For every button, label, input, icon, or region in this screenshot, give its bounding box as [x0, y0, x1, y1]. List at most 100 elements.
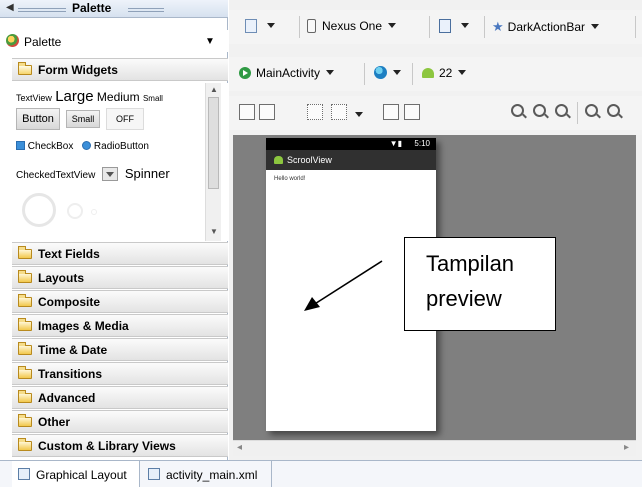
activity-dropdown[interactable]: MainActivity — [239, 66, 335, 80]
scroll-down-icon[interactable]: ▼ — [210, 227, 218, 236]
layout-icon[interactable] — [331, 104, 347, 120]
folder-icon — [18, 438, 32, 451]
chevron-down-icon[interactable]: ▼ — [205, 36, 215, 47]
zoom-real-icon[interactable] — [555, 104, 568, 117]
widget-small-text[interactable]: Small — [143, 94, 163, 103]
annotation-callout: Tampilan preview — [404, 237, 556, 331]
palette-dropdown-label: Palette — [24, 35, 62, 49]
zoom-out-icon[interactable] — [511, 104, 524, 117]
category-composite[interactable]: Composite — [12, 290, 228, 313]
api-level-dropdown[interactable]: 22 — [422, 66, 467, 80]
zoom-in-icon[interactable] — [607, 104, 620, 117]
status-bar: ▼▮ 5:10 — [266, 138, 436, 150]
widget-small-button[interactable]: Small — [66, 110, 100, 128]
annotation-arrow-icon — [304, 260, 383, 311]
category-transitions[interactable]: Transitions — [12, 362, 228, 385]
fill-height-icon[interactable] — [259, 104, 275, 120]
editor-tabs: Graphical Layout activity_main.xml — [0, 460, 642, 487]
theme-label: DarkActionBar — [507, 20, 586, 34]
globe-icon — [374, 66, 387, 79]
hello-textview[interactable]: Hello world! — [274, 176, 305, 182]
zoom-fit-icon[interactable] — [533, 104, 546, 117]
category-label: Advanced — [38, 391, 96, 405]
device-toolbar: Nexus One ★ DarkActionBar — [229, 10, 642, 44]
widget-large-text[interactable]: Large — [55, 88, 93, 105]
palette-titlebar[interactable]: ◀ Palette — [0, 0, 228, 18]
widget-medium-text[interactable]: Medium — [97, 90, 140, 104]
chevron-down-icon — [267, 23, 275, 28]
palette-panel: ◀ Palette Palette ▼ Form Widgets TextVie… — [0, 0, 228, 460]
scroll-up-icon[interactable]: ▲ — [210, 85, 218, 94]
chevron-down-icon — [591, 24, 600, 29]
folder-icon — [18, 342, 32, 355]
category-advanced[interactable]: Advanced — [12, 386, 228, 409]
folder-icon — [18, 318, 32, 331]
widget-button[interactable]: Button — [16, 108, 60, 130]
folder-icon — [18, 270, 32, 283]
form-widgets-list: TextView Large Medium Small Button Small… — [12, 83, 228, 241]
separator — [429, 16, 430, 38]
progressbar-medium-icon[interactable] — [67, 203, 83, 219]
device-label: Nexus One — [322, 19, 383, 33]
scroll-left-icon[interactable]: ◂ — [237, 442, 242, 453]
tab-graphical-layout[interactable]: Graphical Layout — [12, 461, 140, 487]
category-time-date[interactable]: Time & Date — [12, 338, 228, 361]
palette-dropdown[interactable]: Palette ▼ — [0, 30, 228, 52]
separator — [635, 16, 636, 38]
android-icon — [422, 68, 434, 78]
category-label: Layouts — [38, 271, 85, 285]
widget-textview[interactable]: TextView — [16, 93, 52, 103]
app-icon — [274, 156, 283, 164]
widget-radiobutton[interactable]: RadioButton — [94, 141, 149, 152]
checkbox-row: CheckBox RadioButton — [16, 141, 149, 152]
widget-spinner[interactable]: Spinner — [125, 166, 170, 181]
progressbar-large-icon[interactable] — [22, 193, 56, 227]
layout-icon — [18, 468, 30, 480]
phone-icon — [307, 19, 316, 33]
checked-textview-row: CheckedTextView Spinner — [16, 166, 170, 181]
locale-dropdown[interactable] — [374, 66, 401, 80]
fill-width-icon[interactable] — [239, 104, 255, 120]
spinner-dropdown-icon — [102, 167, 119, 181]
scroll-thumb[interactable] — [208, 97, 219, 189]
scroll-right-icon[interactable]: ▸ — [624, 442, 629, 453]
theme-dropdown[interactable]: ★ DarkActionBar — [492, 19, 600, 35]
folder-icon — [18, 294, 32, 307]
tab-label: activity_main.xml — [166, 468, 258, 482]
palette-scrollbar[interactable]: ▲ ▼ — [205, 83, 221, 241]
category-label: Composite — [38, 295, 101, 309]
widget-toggle-button[interactable]: OFF — [106, 108, 144, 130]
folder-icon — [18, 390, 32, 403]
chevron-down-icon[interactable] — [355, 112, 363, 117]
folder-icon — [18, 246, 32, 259]
orientation-dropdown[interactable] — [439, 19, 469, 33]
tab-xml-source[interactable]: activity_main.xml — [142, 461, 272, 487]
palette-title: Palette — [72, 1, 112, 15]
config-dropdown[interactable] — [245, 19, 275, 33]
category-other[interactable]: Other — [12, 410, 228, 433]
category-custom-library-views[interactable]: Custom & Library Views — [12, 434, 228, 457]
margin-icon[interactable] — [383, 104, 399, 120]
progressbar-small-icon[interactable] — [91, 209, 97, 215]
status-time: 5:10 — [414, 139, 430, 148]
category-layouts[interactable]: Layouts — [12, 266, 228, 289]
widget-checked-textview[interactable]: CheckedTextView — [16, 170, 95, 181]
category-text-fields[interactable]: Text Fields — [12, 242, 228, 265]
tab-label: Graphical Layout — [36, 468, 127, 482]
category-images-media[interactable]: Images & Media — [12, 314, 228, 337]
collapse-arrow-icon[interactable]: ◀ — [6, 2, 14, 13]
grid-icon[interactable] — [307, 104, 323, 120]
widget-checkbox[interactable]: CheckBox — [28, 141, 74, 152]
snap-icon[interactable] — [404, 104, 420, 120]
xml-file-icon — [148, 468, 160, 480]
separator — [364, 63, 365, 85]
device-dropdown[interactable]: Nexus One — [307, 19, 397, 33]
editor-area: Nexus One ★ DarkActionBar MainActivity 22 — [229, 0, 642, 460]
canvas-hscrollbar[interactable]: ◂ ▸ — [233, 440, 636, 456]
category-form-widgets[interactable]: Form Widgets — [12, 58, 228, 81]
callout-line2: preview — [426, 286, 502, 311]
zoom-out2-icon[interactable] — [585, 104, 598, 117]
canvas-vscrollbar[interactable] — [636, 135, 642, 440]
config-icon — [245, 19, 257, 33]
activity-icon — [239, 67, 251, 79]
